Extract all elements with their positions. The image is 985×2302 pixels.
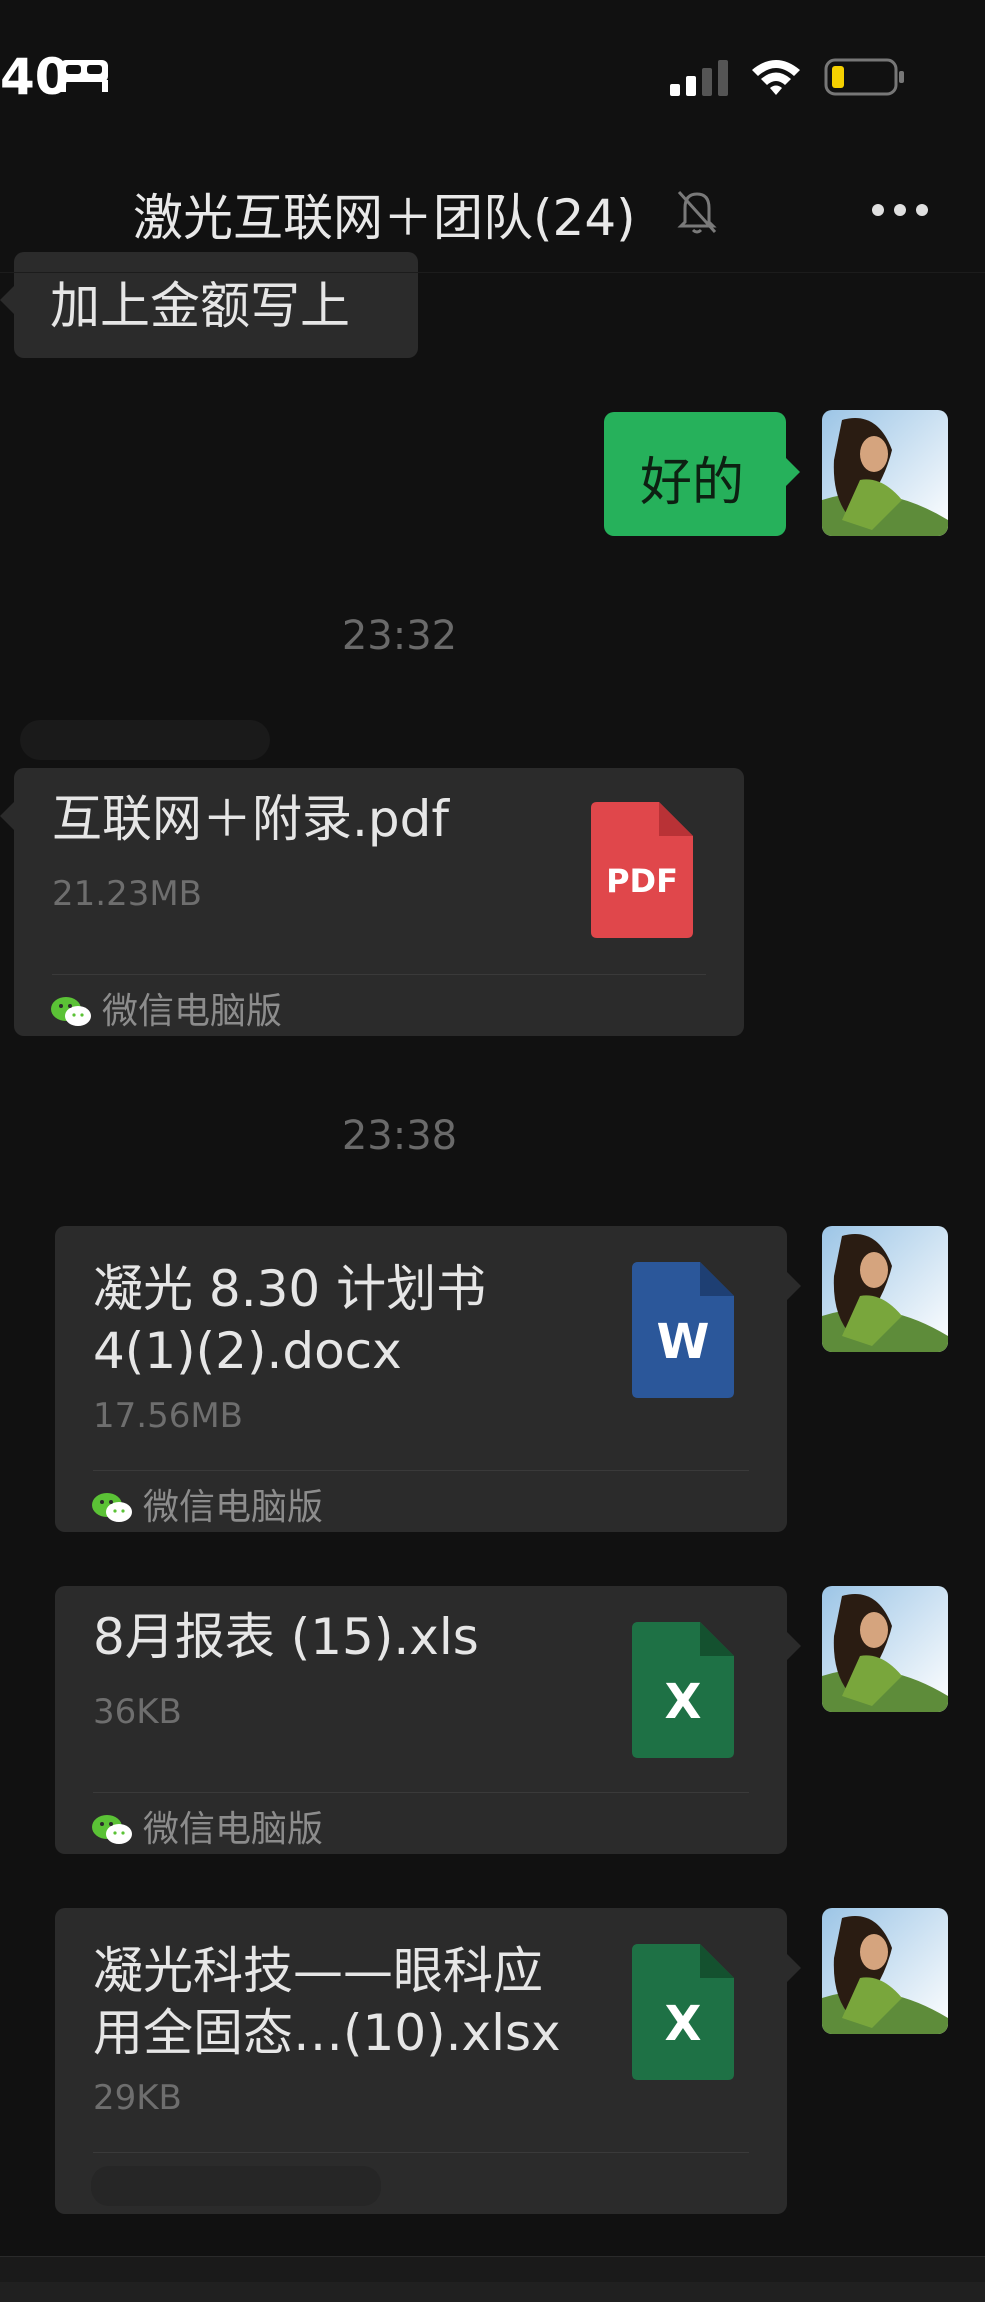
mute-icon bbox=[677, 190, 717, 234]
file-message-docx[interactable]: 凝光 8.30 计划书 4(1)(2).docx 17.56MB W 微信电脑版 bbox=[55, 1226, 801, 1532]
file-message-pdf[interactable]: 互联网＋附录.pdf 21.23MB PDF 微信电脑版 bbox=[0, 768, 744, 1036]
wifi-icon bbox=[752, 60, 800, 95]
signal-icon bbox=[670, 60, 728, 96]
pdf-icon-label: PDF bbox=[606, 862, 678, 900]
message-bubble-outgoing[interactable]: 好的 bbox=[604, 412, 800, 536]
sender-name-blurred bbox=[20, 720, 270, 760]
divider bbox=[52, 974, 706, 975]
file-size: 29KB bbox=[93, 2078, 182, 2118]
word-icon: W bbox=[632, 1262, 734, 1398]
file-source: 微信电脑版 bbox=[91, 1478, 323, 1530]
timestamp: 23:32 bbox=[341, 613, 458, 659]
divider bbox=[93, 1470, 749, 1471]
chat-screen: 40 激光互联网＋团队(24) 加上金额写上 好的 23:32 互联网＋附录.p… bbox=[0, 0, 985, 2302]
file-name: 凝光 8.30 计划书 4(1)(2).docx bbox=[93, 1258, 613, 1382]
file-size: 21.23MB bbox=[52, 874, 202, 914]
message-text: 好的 bbox=[640, 453, 745, 513]
input-bar-edge bbox=[0, 2282, 985, 2302]
file-message-xls[interactable]: 8月报表 (15).xls 36KB X 微信电脑版 bbox=[55, 1586, 801, 1854]
bed-icon bbox=[60, 60, 108, 92]
file-name-line-1: 凝光 8.30 计划书 bbox=[93, 1260, 487, 1318]
file-size: 36KB bbox=[93, 1692, 182, 1732]
file-size: 17.56MB bbox=[93, 1396, 243, 1436]
avatar[interactable] bbox=[822, 1908, 948, 2034]
file-source: 微信电脑版 bbox=[91, 1800, 323, 1852]
file-source-label: 微信电脑版 bbox=[143, 1487, 324, 1528]
file-name: 凝光科技——眼科应 用全固态…(10).xlsx bbox=[93, 1940, 613, 2064]
file-source-label: 微信电脑版 bbox=[102, 991, 283, 1032]
file-message-xlsx[interactable]: 凝光科技——眼科应 用全固态…(10).xlsx 29KB X bbox=[55, 1908, 801, 2214]
chat-title[interactable]: 激光互联网＋团队(24) bbox=[133, 178, 636, 250]
wechat-icon bbox=[92, 1493, 132, 1522]
divider bbox=[93, 1792, 749, 1793]
avatar[interactable] bbox=[822, 1226, 948, 1352]
file-name-line-1: 凝光科技——眼科应 bbox=[93, 1942, 543, 2000]
wechat-icon bbox=[51, 997, 91, 1026]
divider bbox=[93, 2152, 749, 2153]
file-name: 互联网＋附录.pdf bbox=[52, 790, 449, 848]
excel-icon-label: X bbox=[664, 1674, 702, 1730]
avatar[interactable] bbox=[822, 1586, 948, 1712]
excel-icon-label: X bbox=[664, 1996, 702, 2052]
timestamp: 23:38 bbox=[341, 1113, 458, 1159]
wechat-icon bbox=[92, 1815, 132, 1844]
file-name: 8月报表 (15).xls bbox=[93, 1608, 479, 1666]
file-name-line-2: 4(1)(2).docx bbox=[93, 1322, 402, 1380]
excel-icon: X bbox=[632, 1622, 734, 1758]
status-bar: 40 bbox=[0, 0, 985, 150]
excel-icon: X bbox=[632, 1944, 734, 2080]
file-source-label: 微信电脑版 bbox=[143, 1809, 324, 1850]
file-name-line-2: 用全固态…(10).xlsx bbox=[93, 2004, 561, 2062]
word-icon-label: W bbox=[656, 1314, 710, 1370]
battery-icon bbox=[824, 58, 904, 96]
message-bubble-incoming[interactable]: 加上金额写上 bbox=[0, 252, 418, 358]
avatar[interactable] bbox=[822, 410, 948, 536]
message-text: 加上金额写上 bbox=[50, 277, 350, 335]
more-icon[interactable] bbox=[870, 200, 930, 220]
file-source-blurred bbox=[91, 2166, 381, 2206]
pdf-icon: PDF bbox=[591, 802, 693, 938]
file-source: 微信电脑版 bbox=[50, 982, 282, 1034]
